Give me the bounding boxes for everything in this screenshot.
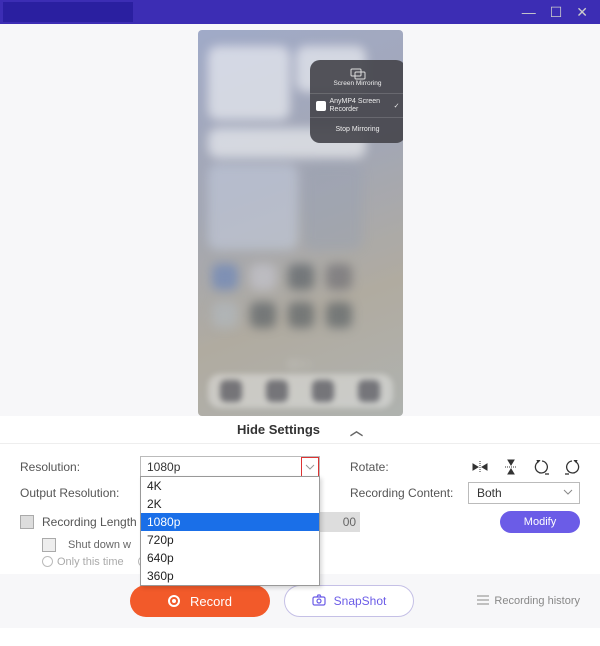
mirror-device-item[interactable]: AnyMP4 Screen Recorder ✓ xyxy=(310,93,403,117)
flip-horizontal-icon[interactable] xyxy=(472,460,488,474)
recording-content-select[interactable]: Both xyxy=(468,482,580,504)
minimize-icon[interactable]: — xyxy=(522,4,536,21)
resolution-option[interactable]: 640p xyxy=(141,549,319,567)
rotate-left-icon[interactable] xyxy=(534,460,549,475)
shut-down-label: Shut down w xyxy=(68,539,131,551)
rotate-label: Rotate: xyxy=(350,460,389,474)
device-label: AnyMP4 Screen Recorder xyxy=(330,98,390,113)
resolution-option[interactable]: 4K xyxy=(141,477,319,495)
list-icon xyxy=(477,595,489,608)
resolution-dropdown[interactable]: 4K 2K 1080p 720p 640p 360p xyxy=(140,476,320,586)
recording-content-label: Recording Content: xyxy=(350,486,453,500)
record-label: Record xyxy=(190,594,232,609)
camera-icon xyxy=(312,594,326,609)
maximize-icon[interactable]: ☐ xyxy=(550,4,563,21)
only-this-time-label: Only this time xyxy=(57,556,124,568)
close-icon[interactable]: ✕ xyxy=(576,4,588,21)
record-icon xyxy=(168,595,180,607)
record-button[interactable]: Record xyxy=(130,585,270,617)
rotate-right-icon[interactable] xyxy=(565,460,580,475)
flip-vertical-icon[interactable] xyxy=(504,459,518,475)
settings-panel: Resolution: 1080p Rotate: Output Resolut… xyxy=(0,444,600,574)
chevron-up-icon: ︿ xyxy=(350,420,363,439)
snapshot-label: SnapShot xyxy=(334,594,387,608)
resolution-option[interactable]: 2K xyxy=(141,495,319,513)
content-value: Both xyxy=(477,486,502,500)
recording-history-link[interactable]: Recording history xyxy=(477,595,580,608)
history-label: Recording history xyxy=(494,595,580,607)
recording-length-label: Recording Length xyxy=(42,515,137,529)
resolution-label: Resolution: xyxy=(20,460,140,474)
modify-button[interactable]: Modify xyxy=(500,511,580,533)
output-resolution-label: Output Resolution: xyxy=(20,486,140,500)
snapshot-button[interactable]: SnapShot xyxy=(284,585,414,617)
app-logo xyxy=(3,2,133,22)
resolution-option[interactable]: 1080p xyxy=(141,513,319,531)
hide-settings-toggle[interactable]: Hide Settings ︿ xyxy=(0,416,600,444)
stop-mirroring-button[interactable]: Stop Mirroring xyxy=(310,117,403,143)
resolution-value: 1080p xyxy=(147,460,180,474)
only-this-time-radio[interactable] xyxy=(42,556,53,567)
resolution-option[interactable]: 720p xyxy=(141,531,319,549)
screen-mirroring-popup: Screen Mirroring AnyMP4 Screen Recorder … xyxy=(310,60,403,143)
mirror-title: Screen Mirroring xyxy=(310,80,403,87)
resolution-select[interactable]: 1080p xyxy=(140,456,320,478)
titlebar: — ☐ ✕ xyxy=(0,0,600,24)
chevron-down-icon xyxy=(563,486,573,500)
checkmark-icon: ✓ xyxy=(394,102,400,110)
recording-length-checkbox[interactable] xyxy=(20,515,34,529)
shutdown-checkbox[interactable] xyxy=(42,538,56,552)
hide-settings-label: Hide Settings xyxy=(237,422,320,437)
device-icon xyxy=(316,101,326,111)
chevron-down-icon[interactable] xyxy=(301,457,319,477)
phone-preview: Screen Mirroring AnyMP4 Screen Recorder … xyxy=(198,30,403,416)
resolution-option[interactable]: 360p xyxy=(141,567,319,585)
mirror-preview-area: Screen Mirroring AnyMP4 Screen Recorder … xyxy=(0,24,600,416)
screen-mirroring-icon xyxy=(310,68,403,80)
